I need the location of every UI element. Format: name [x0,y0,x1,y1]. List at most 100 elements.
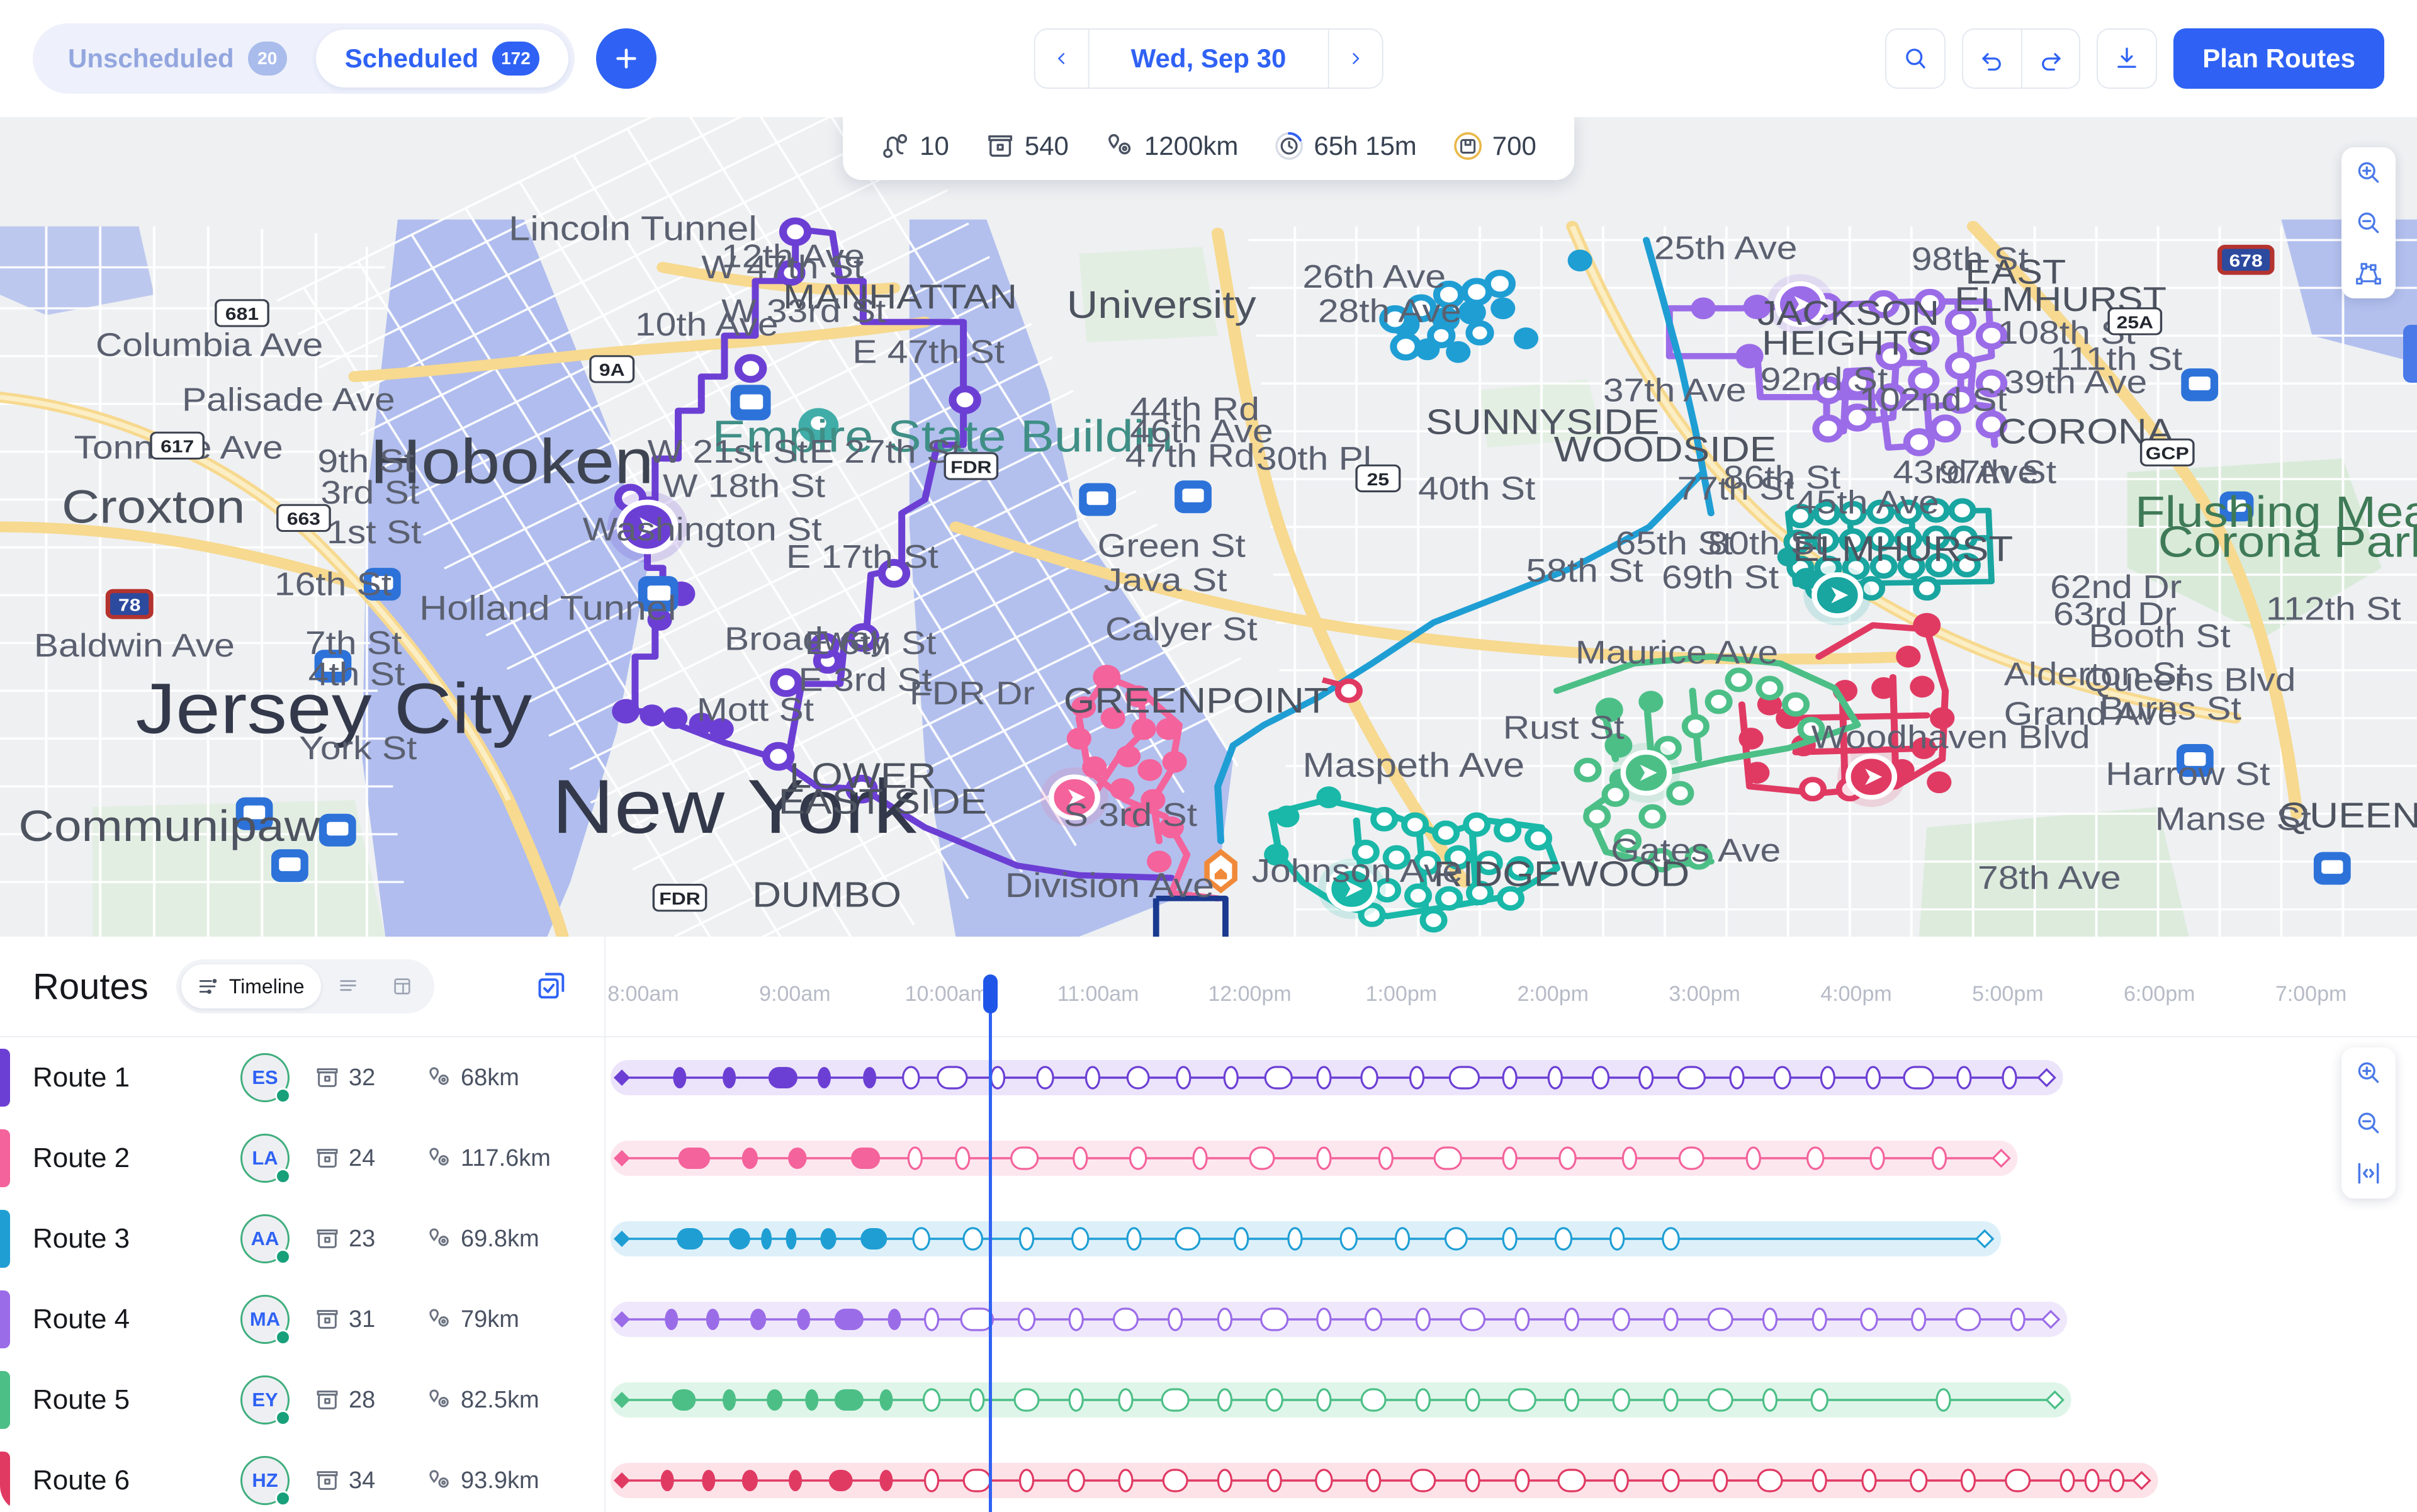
timeline-stop[interactable] [829,1470,853,1491]
timeline-stop[interactable] [1503,1148,1516,1169]
timeline-stop[interactable] [908,1148,921,1169]
timeline-stop[interactable] [1073,1228,1088,1250]
timeline-stop[interactable] [1068,1470,1084,1491]
timeline-stop[interactable] [1747,1148,1760,1169]
map-panel-toggle[interactable] [2403,325,2417,383]
driver-avatar[interactable]: AA [240,1214,290,1263]
timeline-stop[interactable] [888,1309,901,1330]
timeline-stop[interactable] [789,1470,802,1491]
map-zoom-in-button[interactable] [2341,147,2396,198]
timeline-stop[interactable] [1565,1389,1579,1411]
timeline-stop[interactable] [1867,1067,1880,1088]
timeline-stop[interactable] [1560,1148,1575,1169]
timeline-stop[interactable] [1317,1389,1331,1411]
driver-avatar[interactable]: LA [240,1134,290,1183]
timeline-stop[interactable] [1127,1067,1149,1088]
timeline-stop[interactable] [879,1470,893,1491]
timeline-stop[interactable] [1218,1470,1231,1491]
timeline-stop[interactable] [1640,1067,1653,1088]
timeline-stop[interactable] [677,1228,703,1250]
timeline-stop[interactable] [742,1148,758,1169]
download-button[interactable] [2097,28,2157,89]
tab-unscheduled[interactable]: Unscheduled 20 [39,30,316,87]
timeline-stop[interactable] [1114,1309,1138,1330]
timeline-stop[interactable] [863,1067,876,1088]
timeline-column[interactable]: 8:00am9:00am10:00am11:00am12:00pm1:00pm2… [606,937,2417,1512]
timeline-stop[interactable] [1015,1389,1039,1411]
current-date[interactable]: Wed, Sep 30 [1088,30,1329,87]
timeline-stop[interactable] [1266,1389,1282,1411]
timeline-stop[interactable] [1821,1067,1834,1088]
timeline-stop[interactable] [1961,1470,1975,1491]
timeline-stop[interactable] [1416,1389,1429,1411]
prev-day-button[interactable] [1035,30,1088,87]
timeline-stop[interactable] [835,1389,864,1411]
timeline-stop[interactable] [679,1148,710,1169]
timeline-stop[interactable] [761,1228,772,1250]
timeline-stop[interactable] [1037,1067,1053,1088]
view-list[interactable] [321,964,375,1008]
timeline-stop[interactable] [1261,1309,1288,1330]
timeline-stop[interactable] [1592,1067,1608,1088]
timeline-stop[interactable] [1193,1148,1207,1169]
timeline-stop[interactable] [1708,1389,1732,1411]
map-view[interactable]: HobokenCroxtonJersey CityCommunipawNew Y… [0,117,2417,937]
timeline-stop[interactable] [971,1389,984,1411]
timeline-stop[interactable] [1937,1389,1950,1411]
timeline-stop[interactable] [1958,1067,1971,1088]
timeline-stop[interactable] [788,1148,806,1169]
timeline-stop[interactable] [2011,1309,2024,1330]
tab-scheduled[interactable]: Scheduled 172 [316,30,568,87]
timeline-stop[interactable] [1871,1148,1884,1169]
timeline-zoom-out-button[interactable] [2341,1098,2396,1148]
current-time-handle[interactable] [983,974,998,1013]
timeline-stop[interactable] [961,1309,993,1330]
timeline-stop[interactable] [1250,1148,1274,1169]
timeline-stop[interactable] [1623,1148,1636,1169]
timeline-stop[interactable] [805,1389,818,1411]
timeline-track-row[interactable] [606,1360,2417,1440]
timeline-stop[interactable] [1708,1309,1732,1330]
timeline-stop[interactable] [750,1309,766,1330]
timeline-stop[interactable] [1555,1228,1571,1250]
timeline-stop[interactable] [1730,1067,1744,1088]
timeline-stop[interactable] [1516,1309,1529,1330]
timeline-stop[interactable] [1086,1067,1099,1088]
route-row[interactable]: Route 2LA24117.6km [0,1118,604,1199]
timeline-stop[interactable] [769,1067,797,1088]
timeline-stop[interactable] [1396,1228,1409,1250]
timeline-stop[interactable] [1614,1470,1628,1491]
timeline-track-row[interactable] [606,1118,2417,1199]
timeline-stop[interactable] [1224,1067,1237,1088]
route-row[interactable]: Route 5EY2882.5km [0,1360,604,1440]
timeline-stop[interactable] [1932,1148,1946,1169]
driver-avatar[interactable]: MA [240,1295,290,1344]
timeline-stop[interactable] [1714,1470,1727,1491]
timeline-stop[interactable] [1130,1148,1146,1169]
timeline-stop[interactable] [1509,1389,1535,1411]
timeline-stop[interactable] [1018,1309,1034,1330]
search-button[interactable] [1885,28,1946,89]
timeline-stop[interactable] [1176,1228,1200,1250]
timeline-stop[interactable] [2003,1067,2016,1088]
timeline-stop[interactable] [661,1470,674,1491]
timeline-stop[interactable] [1774,1067,1790,1088]
timeline-stop[interactable] [2085,1470,2099,1491]
timeline-stop[interactable] [1235,1228,1248,1250]
timeline-stop[interactable] [1366,1309,1382,1330]
timeline-stop[interactable] [903,1067,919,1088]
timeline-stop[interactable] [723,1067,736,1088]
timeline-stop[interactable] [797,1309,810,1330]
timeline-stop[interactable] [665,1309,678,1330]
timeline-stop[interactable] [818,1067,831,1088]
timeline-stop[interactable] [1411,1470,1435,1491]
timeline-stop[interactable] [923,1389,939,1411]
driver-avatar[interactable]: ES [240,1053,290,1102]
timeline-stop[interactable] [1813,1309,1826,1330]
timeline-stop[interactable] [1218,1389,1231,1411]
timeline-stop[interactable] [1317,1148,1331,1169]
timeline-stop[interactable] [1911,1470,1927,1491]
timeline-stop[interactable] [742,1470,758,1491]
timeline-stop[interactable] [925,1470,938,1491]
timeline-stop[interactable] [1317,1067,1331,1088]
